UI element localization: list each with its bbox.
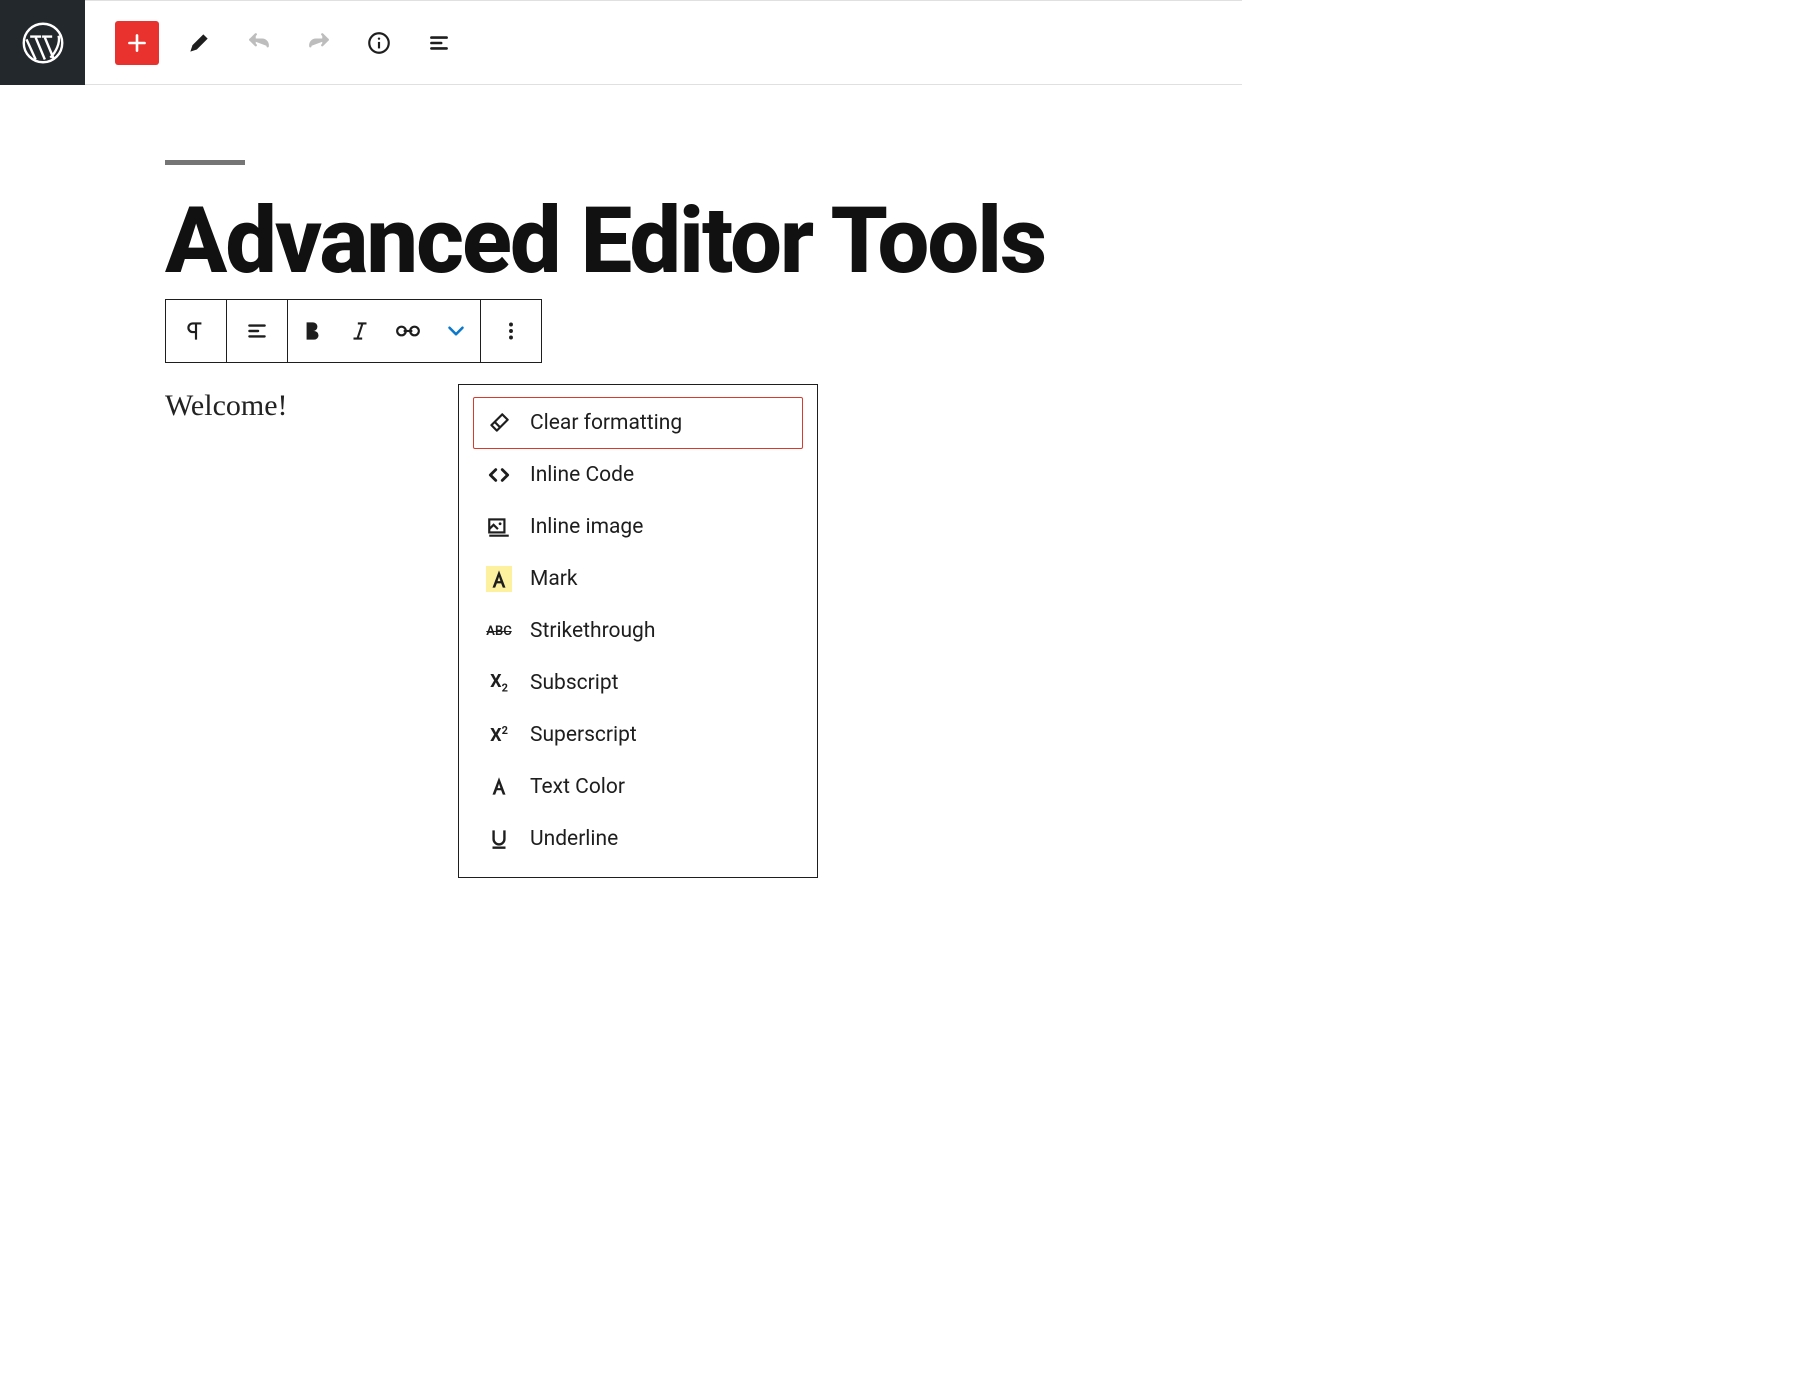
dropdown-item-label: Mark: [530, 567, 578, 591]
dropdown-item-clear-formatting[interactable]: Clear formatting: [473, 397, 803, 449]
mark-icon: [484, 564, 514, 594]
redo-button[interactable]: [299, 23, 339, 63]
dropdown-item-mark[interactable]: Mark: [473, 553, 803, 605]
editor-canvas: Advanced Editor Tools: [0, 85, 1242, 423]
dropdown-item-label: Superscript: [530, 723, 637, 747]
dropdown-item-label: Subscript: [530, 671, 619, 695]
text-color-icon: [484, 772, 514, 802]
add-block-button[interactable]: [115, 21, 159, 65]
dropdown-item-inline-code[interactable]: Inline Code: [473, 449, 803, 501]
dropdown-item-label: Underline: [530, 827, 618, 851]
dropdown-item-text-color[interactable]: Text Color: [473, 761, 803, 813]
more-format-button[interactable]: [432, 300, 480, 362]
dropdown-item-strikethrough[interactable]: ABC Strikethrough: [473, 605, 803, 657]
editor-header: [0, 0, 1242, 85]
italic-button[interactable]: [336, 300, 384, 362]
header-toolbar: [85, 21, 459, 65]
subscript-icon: X2: [484, 668, 514, 698]
undo-button[interactable]: [239, 23, 279, 63]
dropdown-item-inline-image[interactable]: Inline image: [473, 501, 803, 553]
title-decoration: [165, 160, 245, 165]
post-title[interactable]: Advanced Editor Tools: [165, 195, 1242, 289]
format-dropdown: Clear formatting Inline Code Inline imag…: [458, 384, 818, 878]
dropdown-item-subscript[interactable]: X2 Subscript: [473, 657, 803, 709]
image-icon: [484, 512, 514, 542]
dropdown-item-label: Strikethrough: [530, 619, 655, 643]
dropdown-item-label: Inline image: [530, 515, 643, 539]
dropdown-item-superscript[interactable]: X2 Superscript: [473, 709, 803, 761]
wordpress-logo[interactable]: [0, 0, 85, 85]
dropdown-item-underline[interactable]: Underline: [473, 813, 803, 865]
bold-button[interactable]: [288, 300, 336, 362]
strikethrough-icon: ABC: [484, 616, 514, 646]
code-icon: [484, 460, 514, 490]
underline-icon: [484, 824, 514, 854]
dropdown-item-label: Inline Code: [530, 463, 634, 487]
outline-button[interactable]: [419, 23, 459, 63]
info-button[interactable]: [359, 23, 399, 63]
link-button[interactable]: [384, 300, 432, 362]
dropdown-item-label: Clear formatting: [530, 411, 682, 435]
options-button[interactable]: [481, 300, 541, 362]
edit-tool-button[interactable]: [179, 23, 219, 63]
eraser-icon: [484, 408, 514, 438]
block-type-button[interactable]: [166, 300, 226, 362]
superscript-icon: X2: [484, 720, 514, 750]
dropdown-item-label: Text Color: [530, 775, 625, 799]
block-toolbar: [165, 299, 542, 363]
align-button[interactable]: [227, 300, 287, 362]
